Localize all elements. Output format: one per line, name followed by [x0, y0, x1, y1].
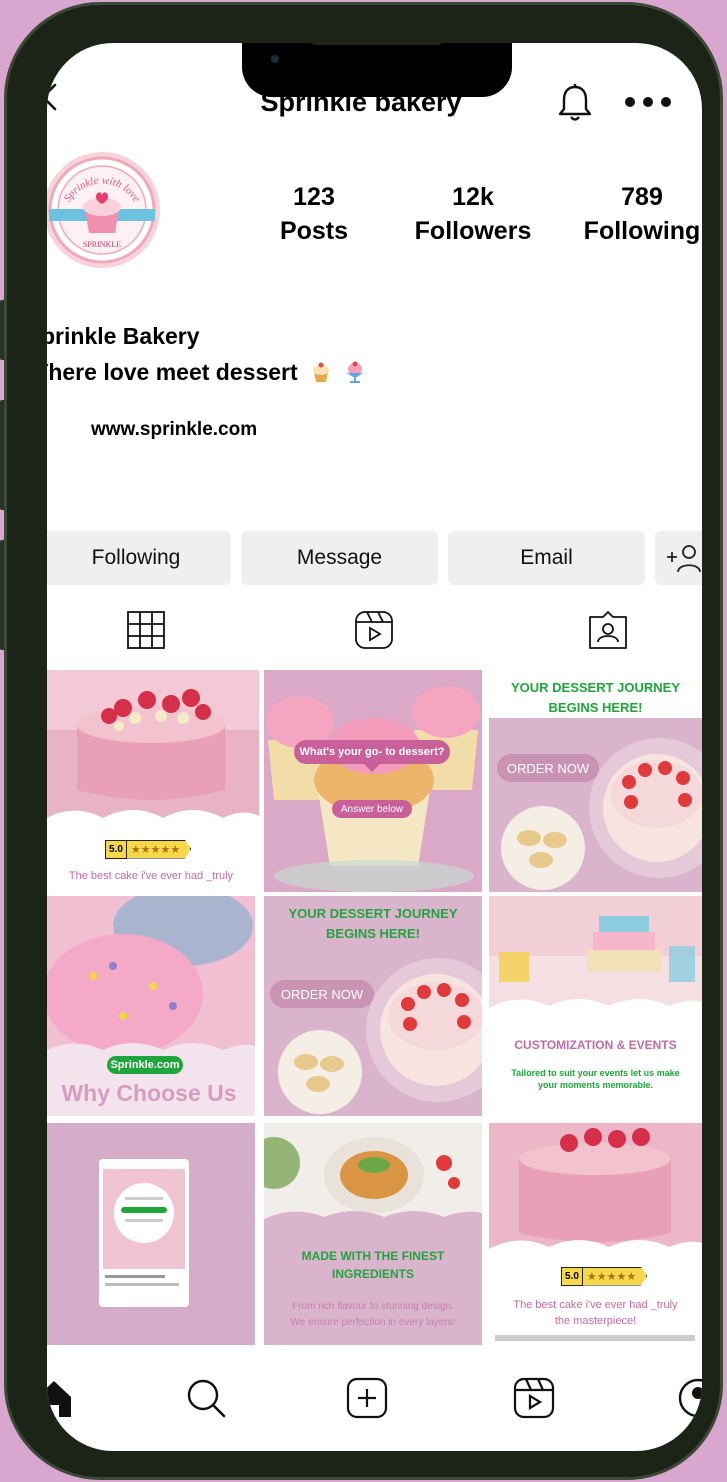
reels-icon[interactable] — [353, 609, 395, 651]
message-button[interactable]: Message — [241, 531, 438, 585]
post-tile-1[interactable]: 5.0 ★★★★★ The best cake i've ever had _t… — [47, 670, 259, 892]
post-body-2: your moments memorable. — [537, 1080, 654, 1090]
question-bubble: What's your go- to dessert? — [294, 740, 450, 764]
avatar[interactable]: Sprinkle with love SPRINKLE — [47, 151, 161, 269]
post-tile-7[interactable] — [47, 1123, 255, 1345]
tagged-icon[interactable] — [587, 609, 629, 651]
add-user-button[interactable] — [655, 531, 702, 585]
rating-value: 5.0 — [105, 839, 127, 859]
ice-cream-emoji-icon — [347, 361, 364, 383]
post-headline-2: BEGINS HERE! — [326, 926, 420, 941]
posts-count: 123 — [293, 183, 335, 211]
post-caption: The best cake i've ever had _truly — [513, 1299, 678, 1311]
bell-icon[interactable] — [557, 83, 593, 123]
rating-badge: 5.0 ★★★★★ — [561, 1265, 648, 1287]
website-link[interactable]: www.sprinkle.com — [91, 419, 257, 441]
post-headline-2: BEGINS HERE! — [548, 700, 643, 715]
post-headline: MADE WITH THE FINEST — [301, 1249, 445, 1263]
post-tile-5[interactable]: YOUR DESSERT JOURNEY BEGINS HERE! ORDER … — [264, 896, 482, 1116]
post-headline: Why Choose Us — [61, 1080, 237, 1106]
avatar-ribbon-text: SPRINKLE — [83, 240, 121, 249]
post-caption-2: the masterpiece! — [554, 1315, 637, 1327]
post-body: From rich flavour to stunning design. — [292, 1301, 454, 1312]
phone-mockup-image — [47, 1123, 255, 1345]
post-body-2: We ensure perfection in every layers! — [290, 1317, 456, 1328]
bio-tagline: Vhere love meet dessert — [47, 359, 366, 386]
order-now-badge: ORDER NOW — [270, 980, 374, 1008]
phone-frame: Sprinkle bakery Sprinkle with love SPRIN… — [4, 2, 723, 1480]
post-tile-9[interactable]: 5.0 ★★★★★ The best cake i've ever had _t… — [489, 1123, 702, 1345]
post-headline-2: INGREDIENTS — [331, 1267, 414, 1281]
post-caption: The best cake i've ever had _truly — [68, 870, 234, 882]
reels-nav-icon[interactable] — [513, 1377, 555, 1419]
star-rating-icon: ★★★★★ — [582, 1266, 648, 1286]
following-count: 789 — [621, 183, 663, 211]
website-badge: Sprinkle.com — [107, 1056, 183, 1074]
bio-tagline-text: Vhere love meet dessert — [47, 359, 298, 385]
post-headline: CUSTOMIZATION & EVENTS — [514, 1038, 677, 1052]
pink-cake-image — [489, 1123, 702, 1345]
rating-value: 5.0 — [561, 1266, 583, 1286]
star-rating-icon: ★★★★★ — [126, 839, 192, 859]
camera-notch — [242, 43, 512, 97]
email-button[interactable]: Email — [448, 531, 645, 585]
rating-badge: 5.0 ★★★★★ — [105, 838, 192, 860]
post-headline: YOUR DESSERT JOURNEY — [510, 680, 681, 695]
post-headline: YOUR DESSERT JOURNEY — [288, 906, 458, 921]
following-label: Following — [583, 217, 701, 245]
post-tile-3[interactable]: YOUR DESSERT JOURNEY BEGINS HERE! ORDER … — [489, 670, 702, 892]
post-body: Tailored to suit your events let us make — [511, 1068, 680, 1078]
followers-count: 12k — [452, 183, 494, 211]
followers-label: Followers — [414, 217, 532, 245]
answer-label: Answer below — [332, 800, 412, 818]
stat-posts[interactable]: 123 Posts — [239, 183, 389, 246]
post-tile-2[interactable]: What's your go- to dessert? Answer below — [264, 670, 482, 892]
post-tile-8[interactable]: MADE WITH THE FINEST INGREDIENTS From ri… — [264, 1123, 482, 1345]
profile-screen: Sprinkle bakery Sprinkle with love SPRIN… — [47, 43, 702, 1451]
grid-icon[interactable] — [125, 609, 167, 651]
bio-name: prinkle Bakery — [47, 323, 200, 349]
profile-icon[interactable] — [677, 1377, 702, 1419]
create-icon[interactable] — [346, 1377, 388, 1419]
stat-followers[interactable]: 12k Followers — [398, 183, 548, 246]
cupcake-emoji-icon — [313, 362, 330, 382]
add-user-icon — [667, 545, 701, 573]
stat-following[interactable]: 789 Following — [567, 183, 702, 246]
post-tile-6[interactable]: CUSTOMIZATION & EVENTS Tailored to suit … — [489, 896, 702, 1116]
post-tile-4[interactable]: Sprinkle.com Why Choose Us — [47, 896, 255, 1116]
following-button[interactable]: Following — [47, 531, 231, 585]
cupcakes-image — [264, 670, 482, 892]
posts-label: Posts — [279, 217, 349, 245]
order-now-badge: ORDER NOW — [497, 754, 599, 782]
home-icon[interactable] — [47, 1377, 75, 1419]
more-options-icon[interactable] — [623, 95, 673, 109]
search-icon[interactable] — [185, 1377, 227, 1419]
